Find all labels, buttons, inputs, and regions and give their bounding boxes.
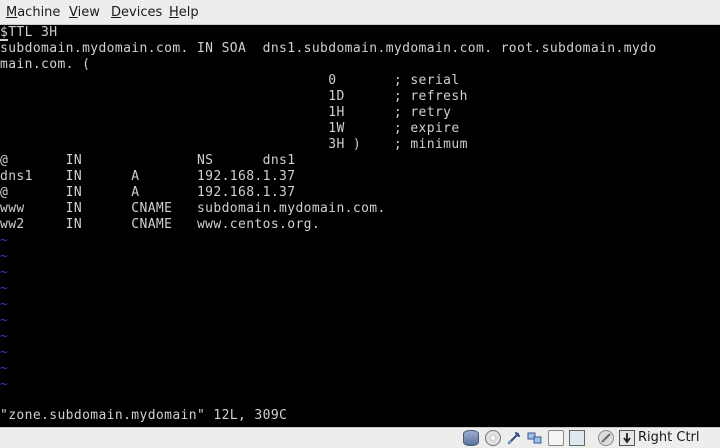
file-line: 0 ; serial	[0, 73, 460, 88]
file-line: www IN CNAME subdomain.mydomain.com.	[0, 201, 386, 216]
video-capture-icon[interactable]	[598, 430, 614, 446]
menu-machine-mnemonic: M	[6, 5, 18, 20]
empty-line-tilde: ~	[0, 361, 8, 376]
file-line: 1D ; refresh	[0, 89, 468, 104]
vim-status-line: "zone.subdomain.mydomain" 12L, 309C	[0, 408, 288, 423]
file-line: @ IN A 192.168.1.37	[0, 185, 296, 200]
file-line: 3H ) ; minimum	[0, 137, 468, 152]
empty-line-tilde: ~	[0, 297, 8, 312]
menu-devices-mnemonic: D	[111, 5, 122, 20]
menu-view-mnemonic: V	[69, 5, 78, 20]
empty-line-tilde: ~	[0, 329, 8, 344]
menu-machine-label: achine	[17, 5, 61, 20]
file-line: @ IN NS dns1	[0, 153, 296, 168]
file-line: 1W ; expire	[0, 121, 460, 136]
vm-status-bar: Right Ctrl	[0, 427, 720, 448]
menu-help[interactable]: Help	[169, 4, 199, 21]
menu-devices[interactable]: Devices	[111, 4, 162, 21]
display-icon[interactable]	[569, 430, 585, 446]
host-key-label: Right Ctrl	[638, 430, 700, 445]
menu-view-label: iew	[77, 5, 100, 20]
menu-help-mnemonic: H	[169, 5, 179, 20]
empty-line-tilde: ~	[0, 265, 8, 280]
empty-line-tilde: ~	[0, 281, 8, 296]
mouse-integration-icon[interactable]	[619, 430, 635, 446]
menu-help-label: elp	[178, 5, 199, 20]
menu-bar: Machine View Devices Help	[0, 0, 720, 25]
virtualbox-window: Machine View Devices Help $TTL 3H subdom…	[0, 0, 720, 448]
file-line: main.com. (	[0, 57, 91, 72]
menu-machine[interactable]: Machine	[6, 4, 60, 21]
empty-line-tilde: ~	[0, 313, 8, 328]
guest-display[interactable]: $TTL 3H subdomain.mydomain.com. IN SOA d…	[0, 25, 720, 427]
optical-drive-icon[interactable]	[485, 430, 501, 446]
network-icon[interactable]	[527, 430, 543, 446]
empty-line-tilde: ~	[0, 345, 8, 360]
empty-line-tilde: ~	[0, 377, 8, 392]
file-line: ww2 IN CNAME www.centos.org.	[0, 217, 321, 232]
usb-icon[interactable]	[506, 430, 522, 446]
file-line: 1H ; retry	[0, 105, 452, 120]
file-line: $TTL 3H	[0, 25, 58, 40]
menu-devices-label: evices	[121, 5, 163, 20]
empty-line-tilde: ~	[0, 249, 8, 264]
file-line: dns1 IN A 192.168.1.37	[0, 169, 296, 184]
menu-view[interactable]: View	[69, 4, 100, 21]
file-line: subdomain.mydomain.com. IN SOA dns1.subd…	[0, 41, 657, 56]
hard-disk-icon[interactable]	[463, 430, 479, 446]
empty-line-tilde: ~	[0, 233, 8, 248]
shared-folders-icon[interactable]	[548, 430, 564, 446]
